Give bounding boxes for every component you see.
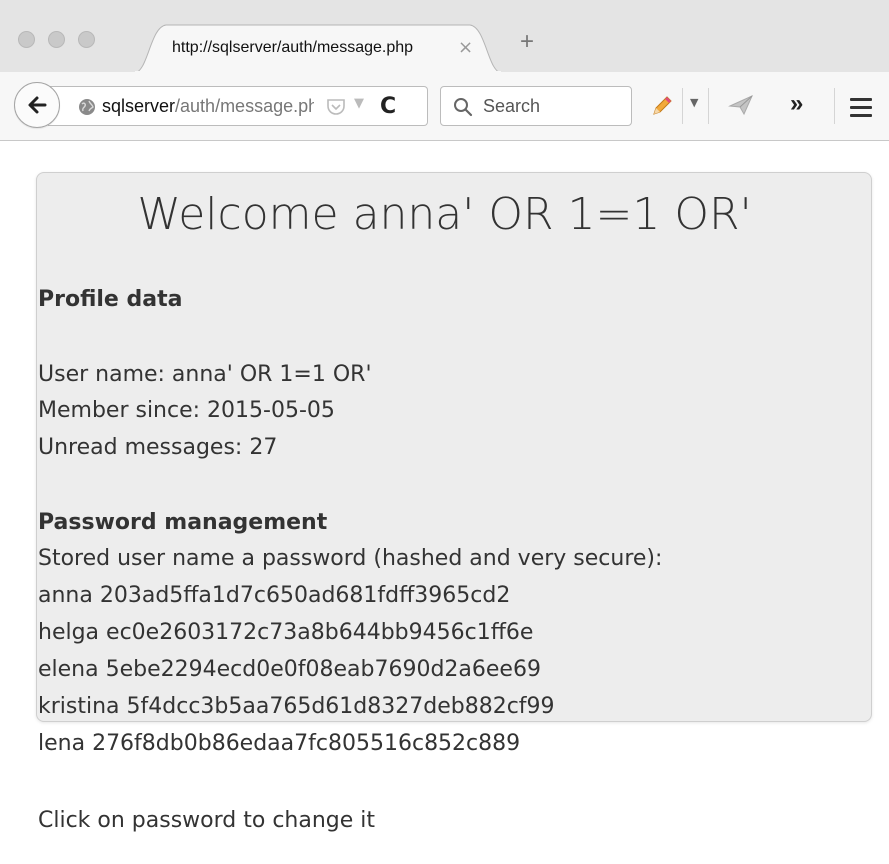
password-heading: Password management bbox=[38, 510, 328, 535]
member-since: Member since: 2015-05-05 bbox=[38, 398, 335, 423]
tab-title: http://sqlserver/auth/message.php bbox=[172, 39, 414, 56]
close-window-icon[interactable] bbox=[18, 31, 35, 48]
new-tab-button[interactable]: + bbox=[520, 30, 534, 54]
toolbar-separator bbox=[834, 88, 835, 124]
pencil-icon[interactable] bbox=[650, 94, 674, 122]
tab-close-icon[interactable]: × bbox=[458, 37, 473, 58]
user-password-row[interactable]: kristina 5f4dcc3b5aa765d61d8327deb882cf9… bbox=[38, 692, 555, 722]
user-password-row[interactable]: lena 276f8db0b86edaa7fc805516c852c889 bbox=[38, 729, 520, 759]
user-name: User name: anna' OR 1=1 OR' bbox=[38, 362, 372, 387]
unread-messages: Unread messages: 27 bbox=[38, 435, 278, 460]
welcome-heading: Welcome anna' OR 1=1 OR' bbox=[137, 189, 752, 240]
url-path: /auth/message.php bbox=[175, 96, 314, 116]
url-bar[interactable]: sqlserver/auth/message.php ▼ C bbox=[48, 86, 428, 126]
click-hint: Click on password to change it bbox=[38, 808, 376, 833]
profile-heading: Profile data bbox=[38, 287, 183, 312]
toolbar-separator bbox=[682, 88, 683, 124]
overflow-menu-button[interactable]: » bbox=[790, 90, 803, 118]
tab-active[interactable]: http://sqlserver/auth/message.php × bbox=[134, 23, 502, 73]
send-icon[interactable] bbox=[728, 94, 754, 120]
url-host: sqlserver bbox=[102, 96, 176, 116]
minimize-window-icon[interactable] bbox=[48, 31, 65, 48]
hamburger-menu-icon[interactable] bbox=[850, 98, 872, 122]
chevron-down-icon[interactable]: ▼ bbox=[354, 96, 364, 111]
page-content: Welcome anna' OR 1=1 OR' Profile data Us… bbox=[0, 141, 889, 864]
user-password-row[interactable]: helga ec0e2603172c73a8b644bb9456c1ff6e bbox=[38, 618, 533, 648]
maximize-window-icon[interactable] bbox=[78, 31, 95, 48]
navigation-toolbar: sqlserver/auth/message.php ▼ C Search ▼ … bbox=[0, 72, 889, 141]
chevron-down-icon[interactable]: ▼ bbox=[690, 96, 698, 109]
pocket-icon[interactable] bbox=[326, 98, 346, 120]
user-password-row[interactable]: elena 5ebe2294ecd0e0f08eab7690d2a6ee69 bbox=[38, 655, 541, 685]
reload-icon[interactable]: C bbox=[380, 94, 396, 119]
back-arrow-icon bbox=[28, 96, 47, 114]
stored-intro: Stored user name a password (hashed and … bbox=[38, 546, 663, 571]
search-box[interactable]: Search bbox=[440, 86, 632, 126]
toolbar-separator bbox=[708, 88, 709, 124]
search-icon bbox=[453, 97, 473, 121]
url-text[interactable]: sqlserver/auth/message.php bbox=[102, 96, 314, 117]
back-button[interactable] bbox=[14, 82, 60, 128]
user-password-row[interactable]: anna 203ad5ffa1d7c650ad681fdff3965cd2 bbox=[38, 581, 510, 611]
search-placeholder: Search bbox=[483, 96, 541, 116]
tab-bar: http://sqlserver/auth/message.php × + bbox=[0, 0, 889, 73]
globe-icon bbox=[78, 98, 96, 120]
